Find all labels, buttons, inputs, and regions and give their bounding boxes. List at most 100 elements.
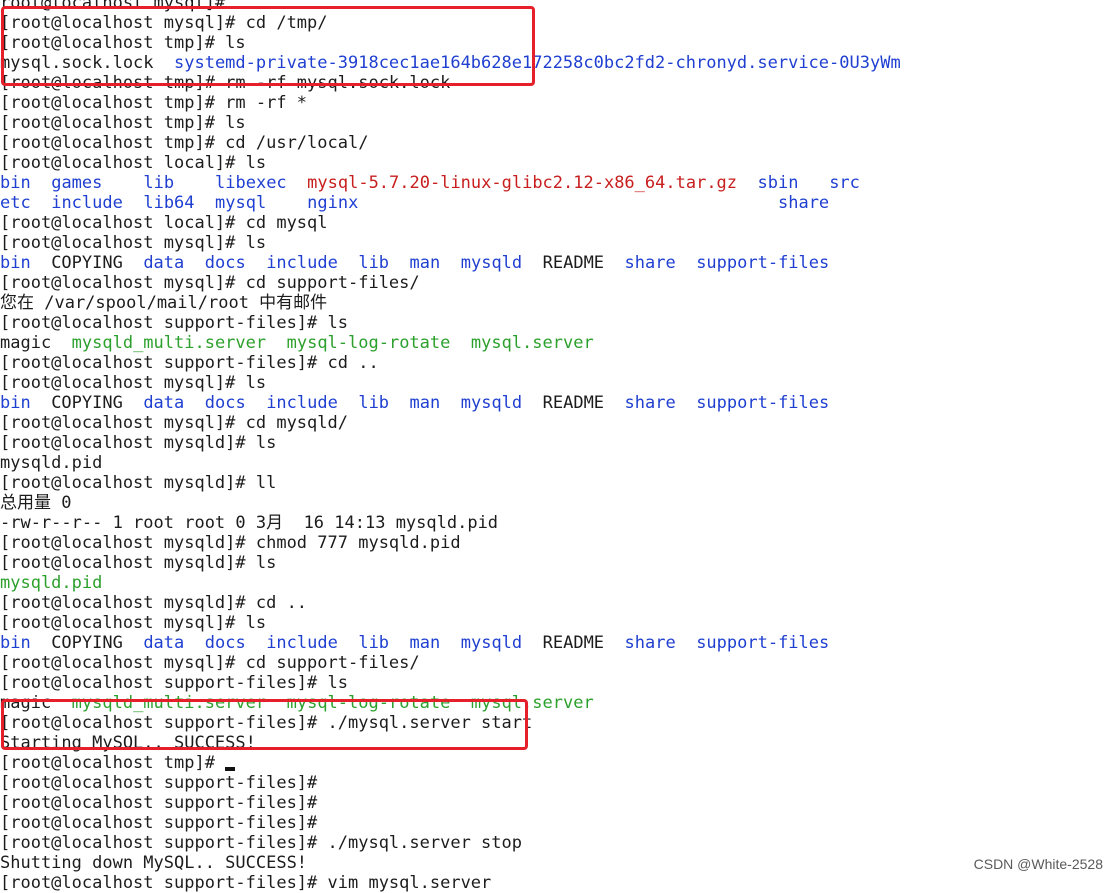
terminal-text: mysqld [460,633,523,653]
terminal-text: support-files [696,393,830,413]
terminal-text: lib [143,173,175,193]
terminal-output[interactable]: root@localhost mysql]# [root@localhost my… [0,0,1119,893]
terminal-text: mysqld.pid [0,573,103,593]
terminal-text: share [624,393,676,413]
terminal-text: bin [0,173,31,193]
terminal-text: [root@localhost mysql]# ls [0,613,267,633]
terminal-line: [root@localhost mysqld]# ls [0,553,1119,573]
terminal-text: include [266,633,338,653]
terminal-text: [root@localhost support-files]# ls [0,313,348,333]
terminal-text: lib [358,633,390,653]
terminal-text: -rw-r--r-- 1 root root 0 3月 16 14:13 mys… [0,513,499,533]
terminal-text: docs [204,393,246,413]
terminal-text: 您在 /var/spool/mail/root 中有邮件 [0,293,328,313]
terminal-text: [root@localhost mysql]# ls [0,233,267,253]
terminal-text: [root@localhost mysql]# cd mysqld/ [0,413,348,433]
terminal-text: README [522,253,625,273]
terminal-text: bin [0,253,31,273]
terminal-text: libexec [215,173,287,193]
terminal-line: [root@localhost support-files]# cd .. [0,353,1119,373]
terminal-text: man [409,253,441,273]
watermark: CSDN @White-2528 [973,856,1103,872]
terminal-line: bin COPYING data docs include lib man my… [0,253,1119,273]
terminal-text: COPYING [30,253,144,273]
terminal-text: lib [358,253,390,273]
terminal-text: [root@localhost mysqld]# ls [0,553,277,573]
terminal-text: magic [0,333,72,353]
terminal-text: games [51,173,103,193]
terminal-text: [root@localhost tmp]# cd /usr/local/ [0,133,369,153]
terminal-text: support-files [696,633,830,653]
terminal-line: [root@localhost tmp]# [0,753,1119,773]
highlight-box-server-start [1,699,528,750]
terminal-text: [root@localhost mysql]# cd support-files… [0,273,420,293]
terminal-text: [root@localhost support-files]# cd .. [0,353,379,373]
terminal-text: README [522,393,625,413]
terminal-line: -rw-r--r-- 1 root root 0 3月 16 14:13 mys… [0,513,1119,533]
terminal-text: man [409,633,441,653]
terminal-line: magic mysqld_multi.server mysql-log-rota… [0,333,1119,353]
terminal-text: include [51,193,123,213]
terminal-line: [root@localhost mysqld]# ls [0,433,1119,453]
terminal-text: src [829,173,860,193]
terminal-text: [root@localhost mysqld]# ll [0,473,277,493]
terminal-text: support-files [696,253,830,273]
text-cursor [225,767,236,771]
terminal-text: [root@localhost mysqld]# chmod 777 mysql… [0,533,461,553]
terminal-text: data [143,633,185,653]
terminal-line: [root@localhost mysql]# cd mysqld/ [0,413,1119,433]
terminal-text: COPYING [30,393,144,413]
terminal-line: [root@localhost local]# ls [0,153,1119,173]
terminal-text: COPYING [30,633,144,653]
terminal-text: [root@localhost support-files]# [0,793,318,813]
terminal-line: [root@localhost mysql]# ls [0,233,1119,253]
terminal-line: 您在 /var/spool/mail/root 中有邮件 [0,293,1119,313]
terminal-text: [root@localhost support-files]# [0,773,318,793]
terminal-text: [root@localhost support-files]# [0,813,318,833]
terminal-line: [root@localhost mysqld]# cd .. [0,593,1119,613]
terminal-text: share [777,193,830,213]
terminal-text: [root@localhost tmp]# rm -rf * [0,93,308,113]
terminal-line: [root@localhost support-files]# [0,773,1119,793]
terminal-text: bin [0,393,31,413]
terminal-text: mysqld.pid [0,453,103,473]
terminal-text: [root@localhost mysqld]# ls [0,433,277,453]
terminal-line: mysqld.pid [0,573,1119,593]
terminal-text: share [624,633,676,653]
terminal-text: [root@localhost mysql]# cd support-files… [0,653,420,673]
terminal-line: bin COPYING data docs include lib man my… [0,393,1119,413]
terminal-line: 总用量 0 [0,493,1119,513]
terminal-text: 总用量 0 [0,493,72,513]
terminal-text: mysql [215,193,267,213]
terminal-line: [root@localhost mysql]# ls [0,613,1119,633]
terminal-line: [root@localhost support-files]# ls [0,673,1119,693]
terminal-text: mysqld [460,393,523,413]
terminal-text: mysqld [460,253,523,273]
terminal-text: [root@localhost mysqld]# cd .. [0,593,308,613]
terminal-text: [root@localhost local]# cd mysql [0,213,328,233]
terminal-text: docs [204,253,246,273]
terminal-line: [root@localhost support-files]# vim mysq… [0,873,1119,893]
terminal-text: lib [358,393,390,413]
terminal-text: docs [204,633,246,653]
terminal-text: data [143,253,185,273]
terminal-text: include [266,253,338,273]
